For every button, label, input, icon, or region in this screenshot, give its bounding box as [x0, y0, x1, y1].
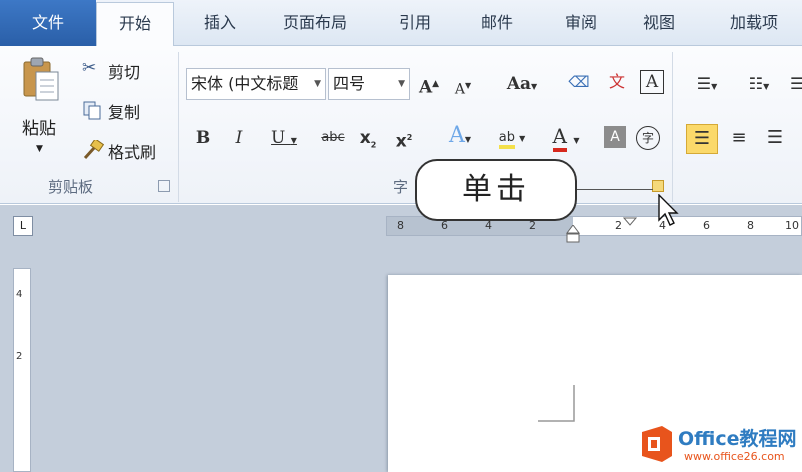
subscript-button[interactable]: x2	[356, 124, 380, 152]
tab-references[interactable]: 引用	[380, 0, 450, 46]
ruler-tick: 8	[397, 219, 404, 232]
watermark-url: www.office26.com	[684, 450, 785, 463]
character-border-icon[interactable]: A	[640, 70, 664, 94]
ruler-tick: 6	[703, 219, 710, 232]
font-color-button[interactable]: A ▼	[544, 122, 588, 152]
first-line-indent-icon[interactable]	[623, 217, 637, 227]
text-effects-button[interactable]: A▼	[440, 122, 480, 150]
clipboard-dialog-launcher[interactable]	[158, 180, 170, 192]
tab-addins[interactable]: 加载项	[714, 0, 794, 46]
ruler-tick: 2	[16, 351, 23, 362]
scissors-icon: ✂	[82, 58, 97, 78]
tab-file[interactable]: 文件	[0, 0, 96, 46]
align-center-button[interactable]: ≡	[724, 124, 754, 152]
align-right-button[interactable]: ☰	[760, 124, 790, 152]
cut-button[interactable]: ✂ 剪切	[82, 56, 166, 84]
ruler-tick: 10	[785, 219, 799, 232]
font-size-combo[interactable]: 四号 ▼	[328, 68, 410, 100]
tab-view[interactable]: 视图	[624, 0, 694, 46]
numbering-button[interactable]: ☷▼	[738, 70, 780, 98]
tab-page-layout[interactable]: 页面布局	[266, 0, 364, 46]
font-name-value: 宋体 (中文标题	[191, 74, 299, 93]
ribbon-home: 粘贴 ▼ ✂ 剪切 复制 格式刷 剪贴板 宋体 (中文标题 ▼ 四号 ▼ A▲ …	[0, 46, 802, 204]
align-left-button[interactable]: ☰	[686, 124, 718, 154]
indent-marker-icon[interactable]	[566, 225, 580, 243]
copy-label: 复制	[108, 103, 141, 122]
chevron-down-icon: ▼	[314, 79, 321, 89]
paste-button[interactable]: 粘贴 ▼	[14, 52, 68, 172]
mouse-cursor-icon	[658, 194, 679, 226]
ruler-tick: 2	[615, 219, 622, 232]
tab-review[interactable]: 审阅	[546, 0, 616, 46]
callout-bubble: 单击	[415, 159, 577, 221]
paste-label: 粘贴	[22, 119, 56, 139]
font-name-combo[interactable]: 宋体 (中文标题 ▼	[186, 68, 326, 100]
italic-button[interactable]: I	[228, 124, 250, 152]
copy-button[interactable]: 复制	[82, 96, 166, 124]
bullets-button[interactable]: ☰▼	[686, 70, 728, 98]
underline-button[interactable]: U ▼	[264, 124, 304, 152]
clear-format-icon[interactable]: ⌫	[564, 68, 594, 96]
multilevel-list-button[interactable]: ☰	[790, 70, 802, 98]
ribbon-tab-bar: 文件 开始 插入 页面布局 引用 邮件 审阅 视图 加载项	[0, 0, 802, 47]
format-painter-label: 格式刷	[108, 143, 157, 162]
clipboard-icon	[23, 57, 59, 101]
change-case-button[interactable]: Aa▼	[500, 70, 544, 98]
format-painter-button[interactable]: 格式刷	[82, 136, 172, 164]
tab-home[interactable]: 开始	[96, 2, 174, 47]
superscript-button[interactable]: x2	[392, 124, 416, 152]
chevron-down-icon: ▼	[36, 144, 43, 154]
font-group-label: 字	[393, 178, 409, 196]
copy-icon	[83, 101, 101, 120]
enclose-characters-icon[interactable]: 字	[636, 126, 660, 150]
margin-corner-mark	[538, 385, 575, 422]
cut-label: 剪切	[108, 63, 141, 82]
highlight-color-button[interactable]: ab ▼	[490, 124, 534, 152]
font-dialog-launcher[interactable]	[652, 180, 664, 192]
clipboard-group-label: 剪贴板	[48, 178, 94, 196]
ruler-tick: 8	[747, 219, 754, 232]
phonetic-guide-icon[interactable]: 文	[602, 68, 632, 96]
grow-font-button[interactable]: A▲	[416, 70, 442, 98]
tab-mailings[interactable]: 邮件	[462, 0, 532, 46]
group-divider	[178, 52, 179, 202]
vertical-ruler[interactable]: 4 2	[13, 268, 31, 472]
watermark-brand: Office教程网	[678, 428, 797, 450]
chevron-down-icon: ▼	[398, 79, 405, 89]
shrink-font-button[interactable]: A▼	[450, 72, 476, 100]
font-size-value: 四号	[333, 74, 366, 93]
strikethrough-button[interactable]: abc	[318, 124, 348, 152]
office-logo-icon	[642, 426, 672, 462]
tab-insert[interactable]: 插入	[180, 0, 260, 46]
ruler-tick: 4	[16, 289, 23, 300]
tab-selector[interactable]: L	[13, 216, 33, 236]
watermark-logo: Office教程网 www.office26.com	[638, 418, 802, 468]
callout-pointer-line	[577, 189, 653, 190]
character-shading-icon[interactable]: A	[604, 126, 626, 148]
paintbrush-icon	[83, 140, 104, 160]
group-divider	[672, 52, 673, 202]
bold-button[interactable]: B	[192, 124, 214, 152]
